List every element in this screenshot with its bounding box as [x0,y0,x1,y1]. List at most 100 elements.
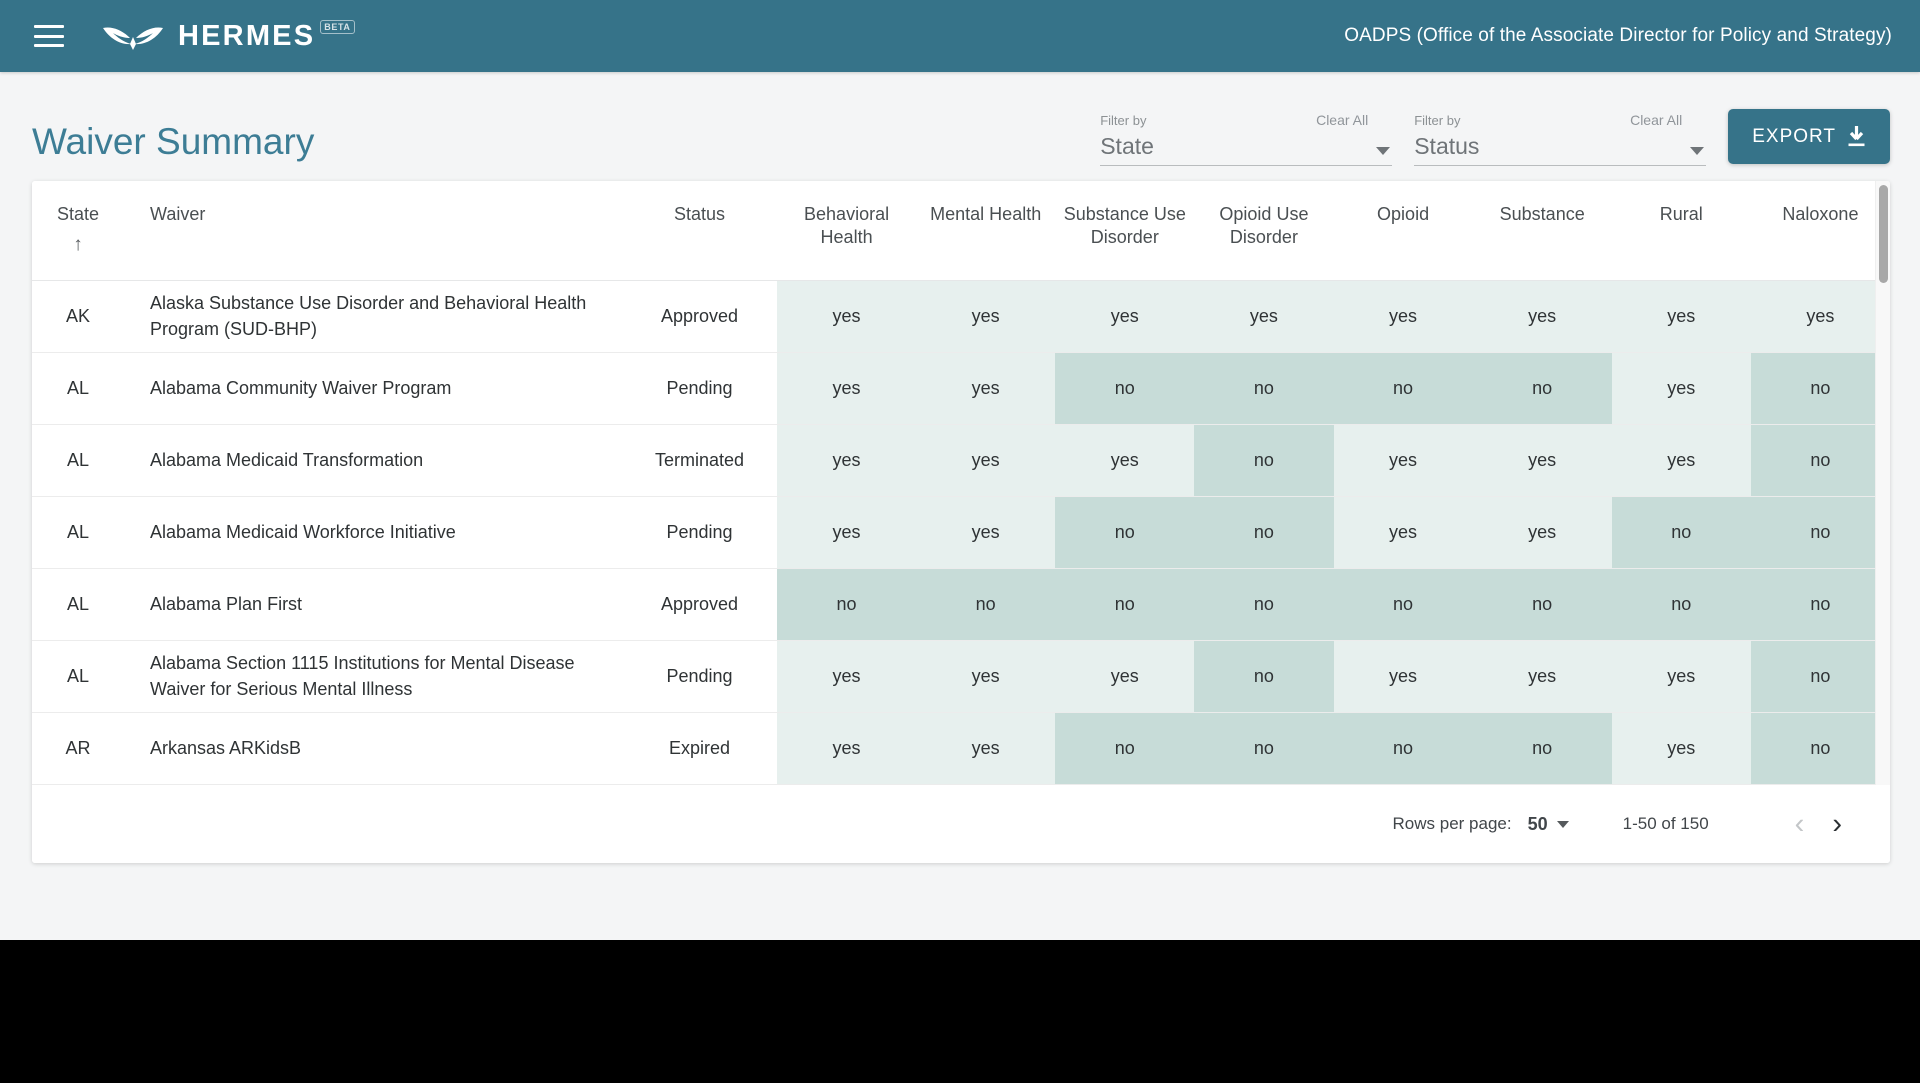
cell-opioid: yes [1333,640,1473,714]
column-header-waiver[interactable]: Waiver [124,181,622,282]
vertical-scrollbar-thumb[interactable] [1879,185,1888,283]
pagination-range: 1-50 of 150 [1622,814,1709,834]
filter-state-value: State [1100,132,1154,159]
cell-waiver: Arkansas ARKidsB [124,712,622,786]
cell-state: AK [32,280,124,354]
hamburger-menu-icon[interactable] [34,25,64,47]
next-page-button[interactable]: › [1818,809,1856,839]
column-header-opioid[interactable]: Opioid [1333,181,1473,282]
filter-state-clear-all[interactable]: Clear All [1316,112,1368,128]
cell-opioid-use-disorder: no [1194,352,1334,426]
cell-substance-use-disorder: yes [1055,424,1195,498]
cell-waiver: Alabama Section 1115 Institutions for Me… [124,640,622,714]
table-row[interactable]: AL Alabama Medicaid Transformation Termina… [32,424,1890,498]
cell-substance: yes [1472,280,1612,354]
export-button[interactable]: EXPORT [1728,109,1890,164]
table-row[interactable]: AK Alaska Substance Use Disorder and Beha… [32,280,1890,354]
filter-state[interactable]: Filter by State Clear All [1100,112,1393,166]
cell-substance-use-disorder: no [1055,712,1195,786]
table-row[interactable]: AL Alabama Community Waiver Program Pendin… [32,352,1890,426]
chevron-down-icon[interactable] [1556,820,1569,828]
pagination-bar: Rows per page: 50 1-50 of 150 ‹ › [32,785,1890,864]
cell-mental-health: yes [916,712,1056,786]
cell-naloxone: yes [1750,280,1890,354]
cell-naloxone: no [1750,424,1890,498]
organization-label: OADPS (Office of the Associate Director … [1344,25,1892,46]
previous-page-button[interactable]: ‹ [1781,809,1819,839]
chevron-down-icon[interactable] [1690,147,1705,155]
column-header-naloxone[interactable]: Naloxone [1750,181,1890,282]
cell-state: AL [32,496,124,570]
vertical-scrollbar[interactable] [1875,181,1890,786]
cell-substance: no [1472,712,1612,786]
table-row[interactable]: AL Alabama Section 1115 Institutions for … [32,640,1890,714]
column-header-status[interactable]: Status [622,181,777,282]
cell-rural: yes [1611,640,1751,714]
rows-per-page-value[interactable]: 50 [1528,814,1548,835]
waiver-summary-table: State ↑ Waiver Status Behavioral Health … [32,181,1890,786]
beta-badge: BETA [320,20,355,34]
cell-substance: yes [1472,424,1612,498]
cell-behavioral-health: yes [777,640,917,714]
brand-logo-group[interactable]: HERMES BETA [102,19,355,53]
cell-status: Expired [622,712,777,786]
table-row[interactable]: AL Alabama Plan First Approved no no no no no no… [32,568,1890,642]
cell-rural: yes [1611,352,1751,426]
brand-name: HERMES [178,19,316,52]
table-row[interactable]: AL Alabama Medicaid Workforce Initiative P… [32,496,1890,570]
cell-status: Pending [622,352,777,426]
cell-waiver: Alabama Plan First [124,568,622,642]
cell-behavioral-health: yes [777,496,917,570]
cell-substance: yes [1472,640,1612,714]
cell-state: AL [32,640,124,714]
filter-controls: Filter by State Clear All Filter by Stat… [1100,109,1890,168]
cell-naloxone: no [1750,712,1890,786]
cell-status: Approved [622,568,777,642]
cell-substance-use-disorder: no [1055,568,1195,642]
column-header-behavioral-health[interactable]: Behavioral Health [777,181,917,282]
filter-status-clear-all[interactable]: Clear All [1630,112,1682,128]
cell-state: AL [32,352,124,426]
cell-opioid-use-disorder: no [1194,496,1334,570]
table-row[interactable]: AR Arkansas ARKidsB Expired yes yes no no no no y… [32,712,1890,786]
column-header-rural[interactable]: Rural [1611,181,1751,282]
arrow-up-icon: ↑ [73,234,83,256]
page-title: Waiver Summary [32,121,315,162]
table-header-row: State ↑ Waiver Status Behavioral Health … [32,181,1890,282]
cell-opioid: yes [1333,424,1473,498]
column-header-state-label: State [56,204,100,224]
cell-substance-use-disorder: no [1055,496,1195,570]
cell-rural: yes [1611,280,1751,354]
cell-naloxone: no [1750,640,1890,714]
column-header-substance-use-disorder[interactable]: Substance Use Disorder [1055,181,1195,282]
table-header: State ↑ Waiver Status Behavioral Health … [32,181,1890,282]
cell-substance-use-disorder: yes [1055,280,1195,354]
cell-substance: no [1472,568,1612,642]
column-header-opioid-use-disorder[interactable]: Opioid Use Disorder [1194,181,1334,282]
filter-status[interactable]: Filter by Status Clear All [1414,112,1707,166]
column-header-substance[interactable]: Substance [1472,181,1612,282]
cell-opioid: no [1333,352,1473,426]
column-header-mental-health[interactable]: Mental Health [916,181,1056,282]
cell-substance-use-disorder: yes [1055,640,1195,714]
cell-status: Pending [622,496,777,570]
app-root: HERMES BETA OADPS (Office of the Associa… [0,0,1920,940]
cell-naloxone: no [1750,568,1890,642]
chevron-down-icon[interactable] [1376,147,1391,155]
export-button-label: EXPORT [1752,125,1836,147]
cell-waiver: Alabama Community Waiver Program [124,352,622,426]
column-header-state[interactable]: State ↑ [32,181,124,282]
page-header-row: Waiver Summary Filter by State Clear All… [0,72,1920,168]
cell-behavioral-health: no [777,568,917,642]
cell-rural: no [1611,496,1751,570]
cell-waiver: Alabama Medicaid Transformation [124,424,622,498]
cell-mental-health: yes [916,352,1056,426]
cell-waiver: Alabama Medicaid Workforce Initiative [124,496,622,570]
cell-substance-use-disorder: no [1055,352,1195,426]
cell-mental-health: yes [916,424,1056,498]
cell-opioid-use-disorder: yes [1194,280,1334,354]
cell-substance: yes [1472,496,1612,570]
cell-behavioral-health: yes [777,712,917,786]
cell-state: AR [32,712,124,786]
download-icon [1848,126,1865,147]
